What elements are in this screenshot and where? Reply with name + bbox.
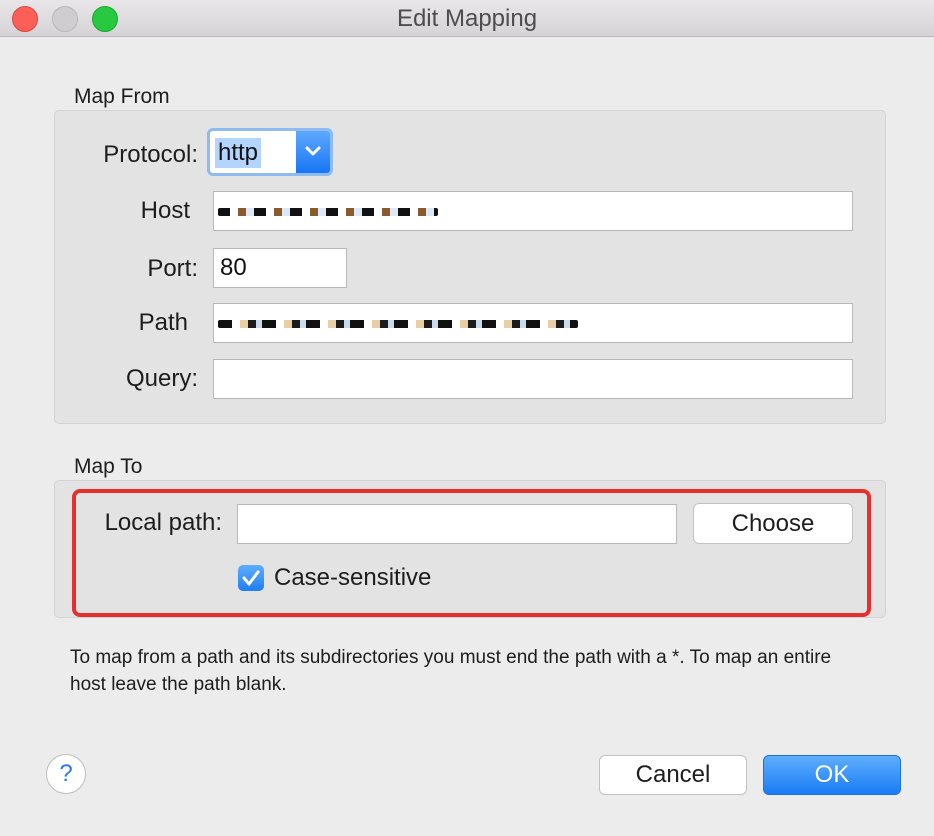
redacted-host-text — [218, 208, 438, 216]
redacted-path-text — [218, 320, 578, 328]
highlight-annotation — [72, 489, 871, 617]
map-to-label: Map To — [74, 455, 143, 478]
map-from-label: Map From — [74, 85, 170, 108]
title-bar: Edit Mapping — [0, 0, 934, 37]
path-field[interactable] — [213, 303, 853, 343]
help-note: To map from a path and its subdirectorie… — [70, 647, 832, 695]
cancel-button[interactable]: Cancel — [599, 755, 747, 795]
query-field[interactable] — [213, 359, 853, 399]
path-label: Path — [138, 309, 188, 336]
port-label: Port: — [147, 255, 198, 282]
help-button[interactable]: ? — [46, 754, 86, 794]
protocol-label: Protocol: — [103, 141, 198, 168]
host-label: Host — [140, 197, 190, 224]
window-title: Edit Mapping — [396, 5, 538, 32]
protocol-value: http — [215, 138, 262, 168]
protocol-select[interactable]: http — [207, 128, 333, 176]
query-label: Query: — [125, 365, 198, 392]
ok-button[interactable]: OK — [763, 755, 901, 795]
chevron-down-icon[interactable] — [296, 131, 330, 173]
port-field[interactable]: 80 — [213, 248, 347, 288]
host-field[interactable] — [213, 191, 853, 231]
